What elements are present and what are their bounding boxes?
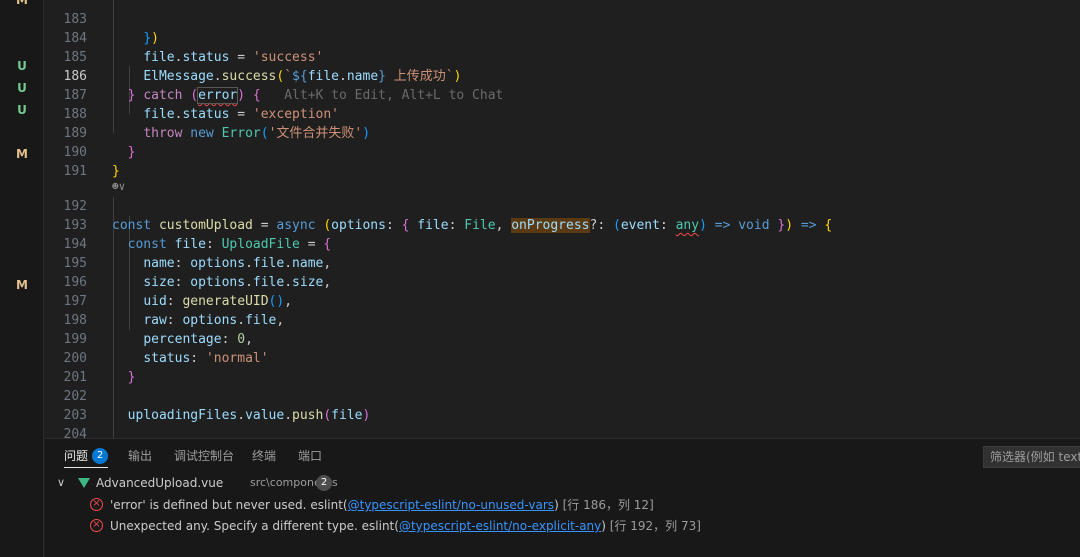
vue-file-icon	[78, 478, 90, 488]
untracked-marker: U	[17, 103, 27, 117]
code-line-active[interactable]: 186 } catch (error) { Alt+K to Edit, Alt…	[45, 48, 1080, 104]
error-icon: ×	[90, 519, 103, 532]
problem-source-close: )	[601, 519, 606, 533]
modified-marker: M	[16, 0, 28, 7]
problem-text: Unexpected any. Specify a different type…	[110, 515, 701, 537]
tab-problems[interactable]: 问题 2	[64, 448, 109, 468]
tab-debug-console[interactable]: 调试控制台	[174, 448, 234, 468]
source-control-gutter: M U U U M M	[0, 0, 44, 557]
tab-output[interactable]: 输出	[128, 448, 152, 468]
problem-item[interactable]: × Unexpected any. Specify a different ty…	[45, 515, 1080, 537]
code-line[interactable]: 197 raw: options.file,	[45, 273, 1080, 328]
file-problem-count: 2	[316, 475, 332, 491]
code-line[interactable]: 200 }	[45, 330, 1080, 385]
problems-filter-input[interactable]: 筛选器(例如 text, **/*.ts, !**/node_modules/*…	[983, 446, 1080, 468]
code-line[interactable]: 188 throw new Error('文件合并失败')	[45, 86, 1080, 141]
code-line[interactable]: 201	[45, 349, 1080, 385]
code-line[interactable]: 194 name: options.file.name,	[45, 216, 1080, 271]
code-editor[interactable]: 183 }) 184 file.status = 'success' 185 E…	[45, 0, 1080, 438]
codelens[interactable]: ☻∨	[45, 160, 1080, 193]
code-line[interactable]: 184 file.status = 'success'	[45, 10, 1080, 65]
code-line[interactable]: 199 status: 'normal'	[45, 311, 1080, 366]
code-line[interactable]: 187 file.status = 'exception'	[45, 67, 1080, 122]
problem-location: [行 186，列 12]	[562, 498, 654, 512]
problem-file-group[interactable]: ∨ AdvancedUpload.vue src\components 2	[45, 473, 1080, 493]
untracked-marker: U	[17, 59, 27, 73]
problem-item[interactable]: × 'error' is defined but never used. esl…	[45, 494, 1080, 516]
problem-source: eslint(	[361, 519, 399, 533]
problems-count-badge: 2	[92, 448, 109, 464]
code-line[interactable]: 204 try {	[45, 406, 1080, 438]
code-line[interactable]: 185 ElMessage.success(`${file.name} 上传成功…	[45, 29, 1080, 84]
untracked-marker: U	[17, 81, 27, 95]
code-line[interactable]: 196 uid: generateUID(),	[45, 254, 1080, 309]
problems-panel: 问题2 输出 调试控制台 终端 端口 筛选器(例如 text, **/*.ts,…	[45, 438, 1080, 557]
tab-label: 问题	[64, 449, 89, 463]
problem-text: 'error' is defined but never used. eslin…	[110, 494, 654, 516]
chevron-down-icon[interactable]: ∨	[57, 473, 65, 493]
code-line[interactable]: 195 size: options.file.size,	[45, 235, 1080, 290]
code-line[interactable]: 198 percentage: 0,	[45, 292, 1080, 347]
panel-tabs: 问题2 输出 调试控制台 终端 端口 筛选器(例如 text, **/*.ts,…	[45, 439, 1080, 473]
problem-message: Unexpected any. Specify a different type…	[110, 519, 358, 533]
problem-source: eslint(	[310, 498, 348, 512]
tab-ports[interactable]: 端口	[298, 448, 322, 468]
problem-location: [行 192，列 73]	[609, 519, 701, 533]
problem-source-close: )	[554, 498, 559, 512]
rule-link[interactable]: @typescript-eslint/no-unused-vars	[348, 498, 554, 512]
code-line[interactable]: 189 }	[45, 105, 1080, 160]
code-line[interactable]: 205 if (file.size > CHUNK_SIZE) {	[45, 425, 1080, 438]
code-line[interactable]: 192 const customUpload = async (options:…	[45, 178, 1080, 233]
code-line[interactable]: 190 }	[45, 124, 1080, 179]
code-line[interactable]: 203	[45, 387, 1080, 423]
code-line[interactable]: 202 uploadingFiles.value.push(file)	[45, 368, 1080, 423]
code-line[interactable]: 183 })	[45, 0, 1080, 46]
modified-marker: M	[16, 278, 28, 292]
tab-terminal[interactable]: 终端	[252, 448, 276, 468]
modified-marker: M	[16, 147, 28, 161]
problem-message: 'error' is defined but never used.	[110, 498, 307, 512]
code-line[interactable]: 193 const file: UploadFile = {	[45, 197, 1080, 252]
file-name: AdvancedUpload.vue	[96, 476, 224, 490]
rule-link[interactable]: @typescript-eslint/no-explicit-any	[399, 519, 601, 533]
error-icon: ×	[90, 498, 103, 511]
